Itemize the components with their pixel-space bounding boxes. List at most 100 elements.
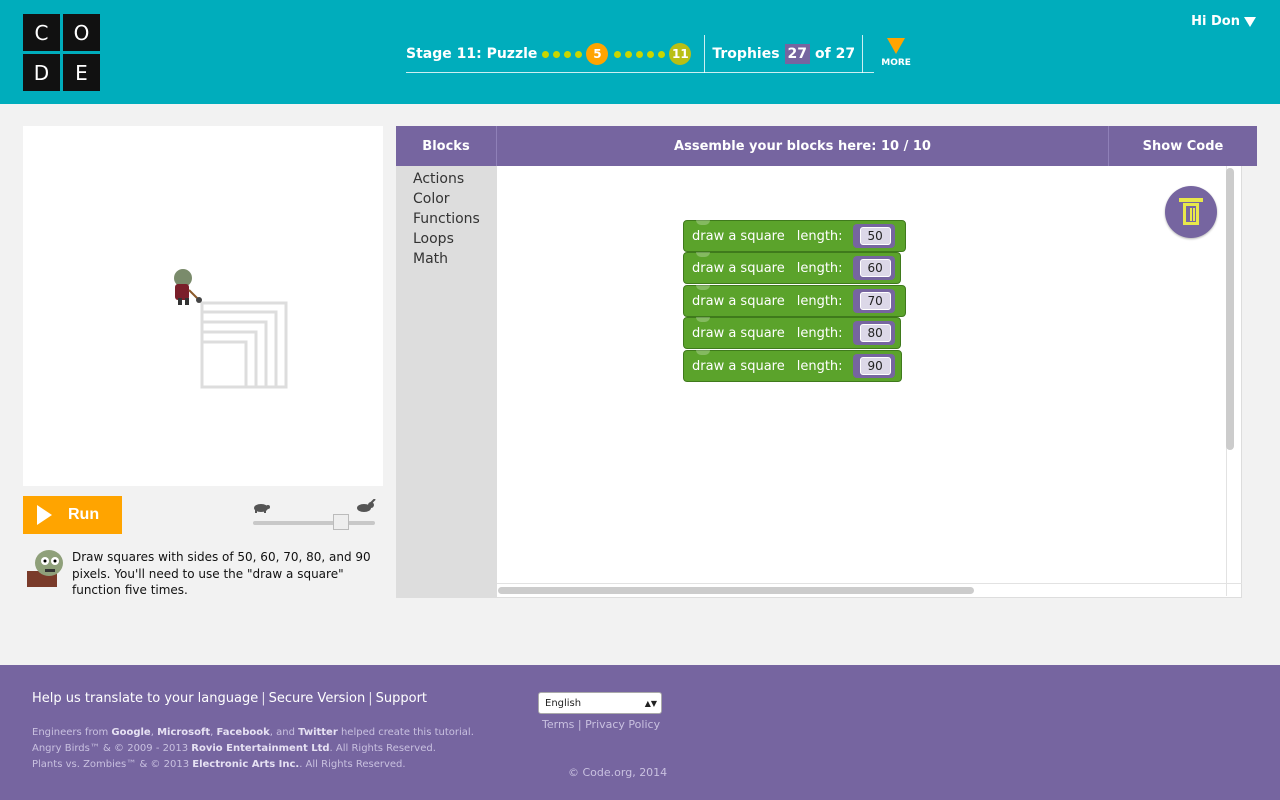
user-greeting: Hi Don bbox=[1191, 14, 1240, 29]
draw-square-block[interactable]: draw a square length: 80 bbox=[683, 317, 901, 349]
number-socket: 50 bbox=[852, 224, 895, 248]
draw-square-block[interactable]: draw a square length: 50 bbox=[683, 220, 906, 252]
toolbox-category-loops[interactable]: Loops bbox=[413, 231, 454, 247]
square-60 bbox=[200, 330, 258, 389]
toolbox-category-functions[interactable]: Functions bbox=[413, 211, 480, 227]
square-50 bbox=[200, 340, 248, 389]
trophies-total: of 27 bbox=[815, 46, 856, 62]
language-value: English bbox=[545, 697, 582, 709]
logo-letter: C bbox=[23, 14, 60, 51]
translate-link[interactable]: Help us translate to your language bbox=[32, 691, 258, 706]
play-icon bbox=[37, 505, 52, 525]
length-field[interactable]: 80 bbox=[859, 324, 891, 342]
trophies: Trophies 27 of 27 bbox=[712, 44, 855, 64]
secure-version-link[interactable]: Secure Version bbox=[269, 691, 366, 706]
puzzle-dot[interactable] bbox=[542, 50, 550, 58]
code-logo[interactable]: C O D E bbox=[23, 14, 100, 91]
trophies-label: Trophies bbox=[712, 46, 780, 62]
turtle-icon bbox=[252, 501, 270, 517]
instructions-text: Draw squares with sides of 50, 60, 70, 8… bbox=[72, 550, 371, 597]
footer-links: Help us translate to your language | Secur… bbox=[32, 691, 428, 706]
draw-square-block[interactable]: draw a square length: 90 bbox=[683, 350, 902, 382]
block-workspace[interactable]: draw a square length: 50 draw a square l… bbox=[497, 166, 1242, 598]
caret-down-icon bbox=[1244, 16, 1256, 27]
draw-square-block[interactable]: draw a square length: 70 bbox=[683, 285, 906, 317]
puzzle-dots: 5 11 bbox=[542, 43, 697, 65]
run-label: Run bbox=[68, 506, 100, 523]
header-bar: C O D E Stage 11: Puzzle 5 11 Trophies 2… bbox=[0, 0, 1280, 104]
draw-square-block[interactable]: draw a square length: 60 bbox=[683, 252, 901, 284]
length-field[interactable]: 90 bbox=[859, 357, 891, 375]
number-socket: 80 bbox=[852, 321, 895, 345]
run-button[interactable]: Run bbox=[23, 496, 122, 534]
length-field[interactable]: 50 bbox=[859, 227, 891, 245]
puzzle-dot[interactable] bbox=[575, 50, 583, 58]
puzzle-dot[interactable] bbox=[553, 50, 561, 58]
current-puzzle-dot[interactable]: 5 bbox=[586, 43, 609, 65]
puzzle-dot[interactable] bbox=[647, 50, 655, 58]
speed-slider[interactable] bbox=[250, 498, 378, 532]
logo-letter: E bbox=[63, 54, 100, 91]
blocks-tab: Blocks bbox=[396, 126, 497, 166]
puzzle-dot[interactable] bbox=[564, 50, 572, 58]
toolbox-category-math[interactable]: Math bbox=[413, 251, 448, 267]
puzzle-dot[interactable] bbox=[614, 50, 622, 58]
block-count-label: Assemble your blocks here: 10 / 10 bbox=[674, 138, 931, 154]
param-label: length: bbox=[796, 260, 843, 276]
number-socket: 90 bbox=[852, 354, 895, 378]
footer: Help us translate to your language | Secur… bbox=[0, 665, 1280, 800]
divider bbox=[862, 35, 864, 73]
select-arrows-icon: ▲▼ bbox=[644, 698, 657, 708]
more-button[interactable]: MORE bbox=[874, 38, 918, 68]
block-label: draw a square bbox=[692, 228, 785, 244]
rabbit-icon bbox=[356, 498, 376, 517]
zombie-artist-icon bbox=[174, 269, 202, 305]
slider-thumb[interactable] bbox=[333, 514, 349, 530]
param-label: length: bbox=[796, 325, 843, 341]
instructions: Draw squares with sides of 50, 60, 70, 8… bbox=[23, 547, 383, 599]
number-socket: 60 bbox=[852, 256, 895, 280]
drawn-squares bbox=[200, 301, 288, 389]
drawing-svg bbox=[174, 269, 288, 389]
square-90 bbox=[200, 301, 288, 389]
toolbox-category-color[interactable]: Color bbox=[413, 191, 450, 207]
divider bbox=[704, 35, 706, 73]
stage-label: Stage 11: Puzzle bbox=[406, 46, 538, 62]
visualization-canvas bbox=[23, 126, 383, 486]
toolbox-category-actions[interactable]: Actions bbox=[413, 171, 464, 187]
puzzle-dot[interactable] bbox=[625, 50, 633, 58]
stage-progress: Stage 11: Puzzle 5 11 Trophies 27 of 27 … bbox=[406, 35, 918, 73]
toolbox: Actions Color Functions Loops Math bbox=[396, 166, 497, 598]
trash-icon bbox=[1179, 198, 1203, 226]
slider-track[interactable] bbox=[253, 521, 375, 525]
policy-links: Terms | Privacy Policy bbox=[542, 718, 661, 731]
progress-underline bbox=[406, 72, 874, 73]
language-select[interactable]: English ▲▼ bbox=[538, 692, 662, 714]
trophies-count: 27 bbox=[784, 44, 811, 64]
length-field[interactable]: 70 bbox=[859, 292, 891, 310]
puzzle-dot[interactable] bbox=[658, 50, 666, 58]
trash-button[interactable] bbox=[1165, 186, 1217, 238]
copyright: © Code.org, 2014 bbox=[568, 766, 668, 779]
block-label: draw a square bbox=[692, 358, 785, 374]
zombie-avatar-icon bbox=[23, 547, 68, 587]
logo-letter: O bbox=[63, 14, 100, 51]
show-code-button[interactable]: Show Code bbox=[1108, 126, 1257, 166]
horizontal-scrollbar[interactable] bbox=[498, 587, 974, 594]
param-label: length: bbox=[796, 358, 843, 374]
vertical-scrollbar[interactable] bbox=[1226, 168, 1234, 450]
user-menu[interactable]: Hi Don bbox=[1191, 14, 1256, 29]
workspace-header: Blocks Assemble your blocks here: 10 / 1… bbox=[396, 126, 1257, 166]
length-field[interactable]: 60 bbox=[859, 259, 891, 277]
credits: Engineers from Google, Microsoft, Facebo… bbox=[32, 727, 474, 770]
privacy-link[interactable]: Privacy Policy bbox=[585, 718, 660, 731]
support-link[interactable]: Support bbox=[376, 691, 427, 706]
last-puzzle-dot[interactable]: 11 bbox=[669, 43, 692, 65]
puzzle-dot[interactable] bbox=[636, 50, 644, 58]
more-label: MORE bbox=[881, 58, 911, 68]
logo-letter: D bbox=[23, 54, 60, 91]
terms-link[interactable]: Terms bbox=[542, 718, 574, 731]
number-socket: 70 bbox=[852, 289, 895, 313]
param-label: length: bbox=[796, 228, 843, 244]
scroll-divider bbox=[497, 583, 1242, 584]
